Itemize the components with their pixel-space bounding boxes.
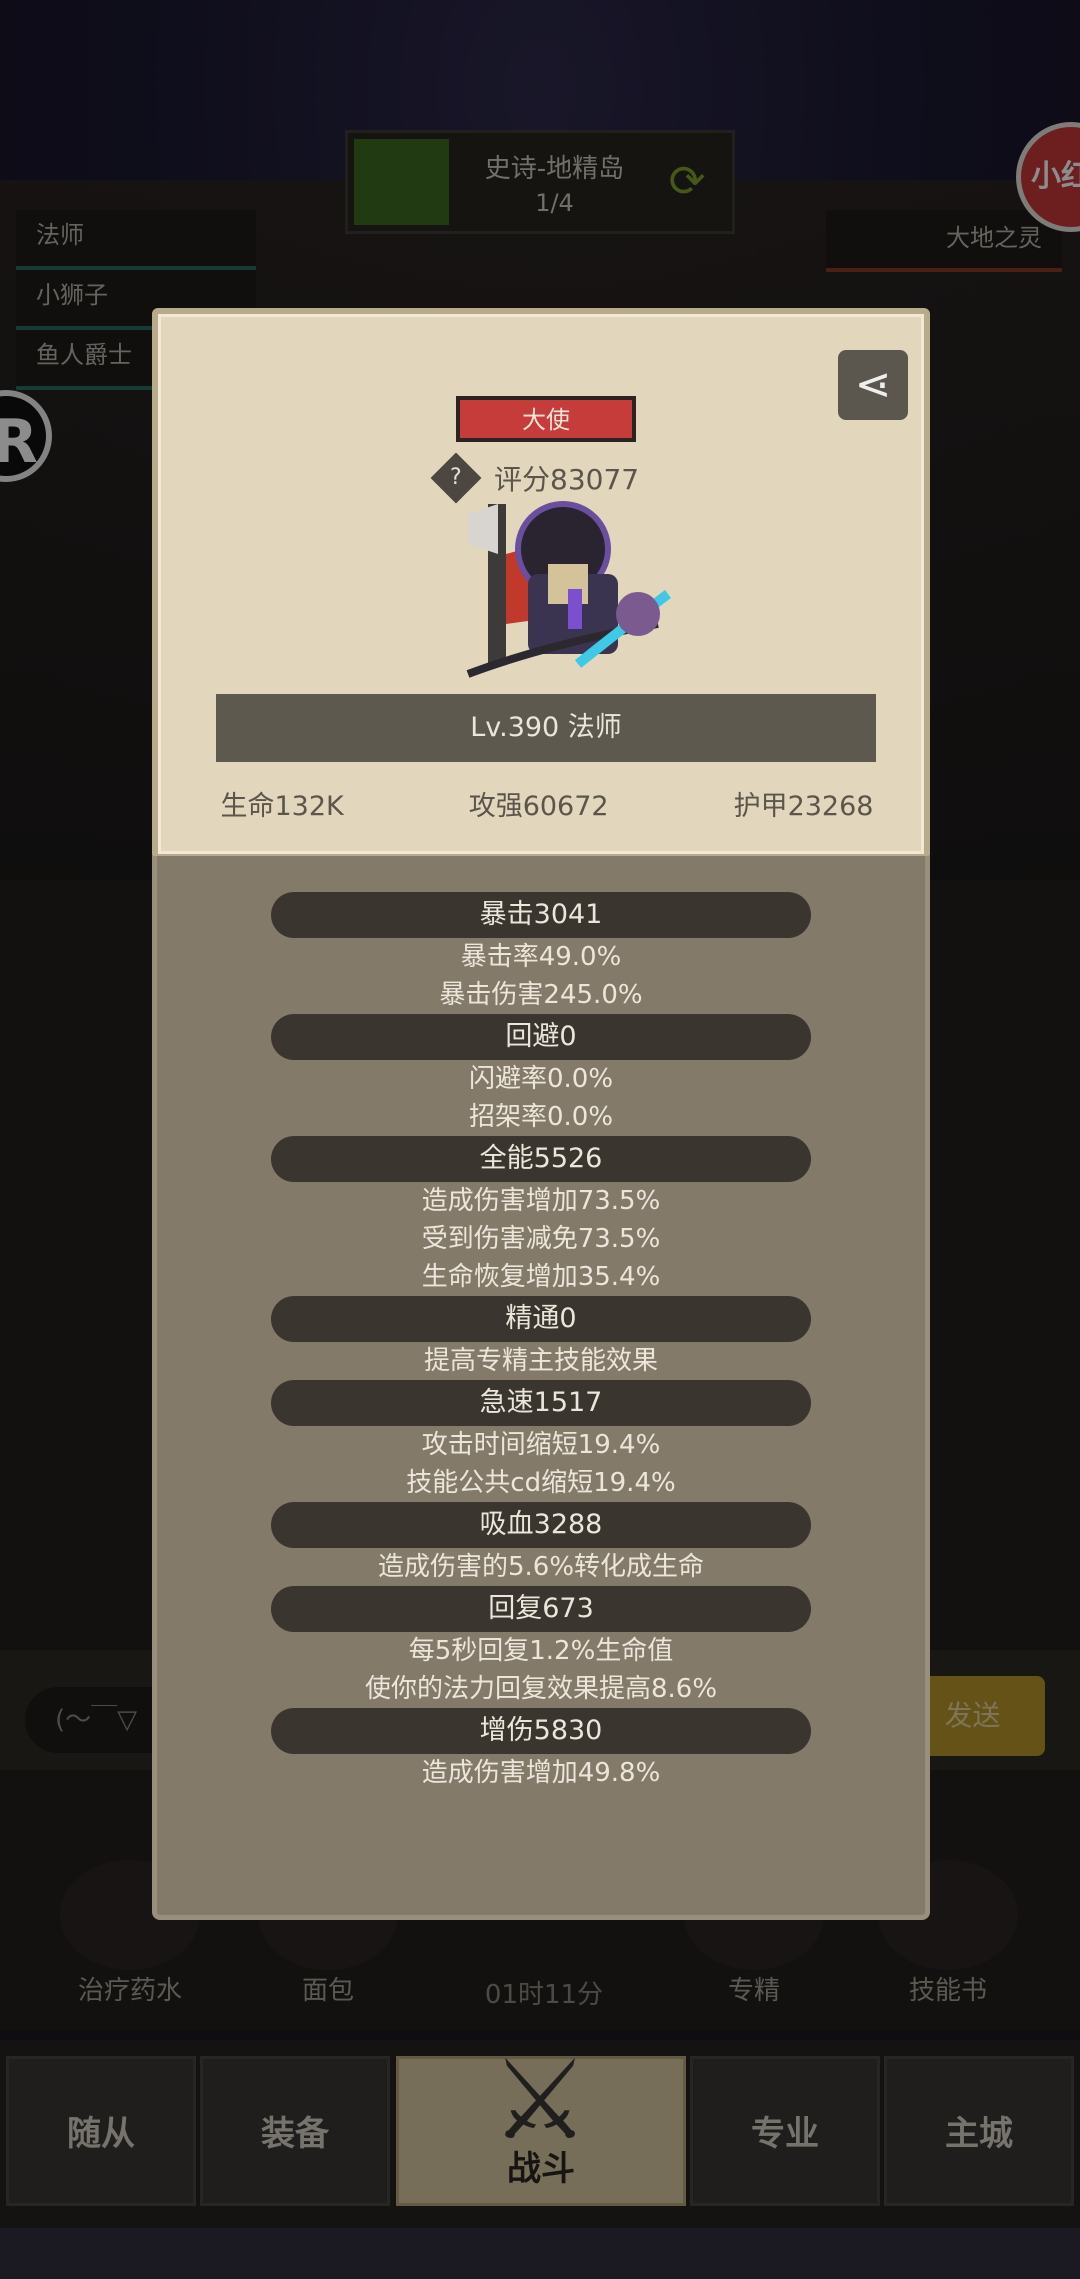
stat-header: 全能5526: [271, 1136, 811, 1182]
stat-line: 造成伤害的5.6%转化成生命: [377, 1552, 705, 1582]
stat-line: 使你的法力回复效果提高8.6%: [364, 1674, 718, 1704]
stat-line: 造成伤害增加73.5%: [421, 1186, 661, 1216]
stat-header: 增伤5830: [271, 1708, 811, 1754]
character-detail-modal: ⋖ 大使 ? 评分83077 Lv.390 法师 生命132K 攻强60672 …: [152, 308, 930, 1920]
stat-list: 暴击3041 暴击率49.0% 暴击伤害245.0% 回避0 闪避率0.0% 招…: [152, 892, 930, 1792]
stat-header: 暴击3041: [271, 892, 811, 938]
attack-summary: 攻强60672: [468, 791, 609, 822]
level-banner: Lv.390 法师: [216, 694, 876, 762]
stat-line: 招架率0.0%: [468, 1102, 614, 1132]
stat-line: 提高专精主技能效果: [423, 1346, 658, 1376]
armor-summary: 护甲23268: [733, 791, 874, 822]
title-badge: 大使: [456, 396, 636, 442]
stat-header: 急速1517: [271, 1380, 811, 1426]
character-card: ⋖ 大使 ? 评分83077 Lv.390 法师 生命132K 攻强60672 …: [152, 308, 930, 860]
hero-sprite: [466, 501, 672, 678]
stat-line: 造成伤害增加49.8%: [421, 1758, 661, 1788]
stat-header: 精通0: [271, 1296, 811, 1342]
stat-line: 受到伤害减免73.5%: [421, 1224, 661, 1254]
stat-line: 生命恢复增加35.4%: [421, 1262, 661, 1292]
stat-line: 攻击时间缩短19.4%: [421, 1430, 661, 1460]
hp-summary: 生命132K: [220, 791, 344, 822]
stat-header: 回复673: [271, 1586, 811, 1632]
stat-header: 吸血3288: [271, 1502, 811, 1548]
stat-line: 每5秒回复1.2%生命值: [408, 1636, 674, 1666]
stat-header: 回避0: [271, 1014, 811, 1060]
stat-line: 暴击伤害245.0%: [439, 980, 643, 1010]
stat-line: 技能公共cd缩短19.4%: [406, 1468, 676, 1498]
stat-summary: 生命132K 攻强60672 护甲23268: [158, 784, 936, 823]
share-icon[interactable]: ⋖: [838, 350, 908, 420]
stat-line: 闪避率0.0%: [468, 1064, 614, 1094]
stat-line: 暴击率49.0%: [460, 942, 622, 972]
